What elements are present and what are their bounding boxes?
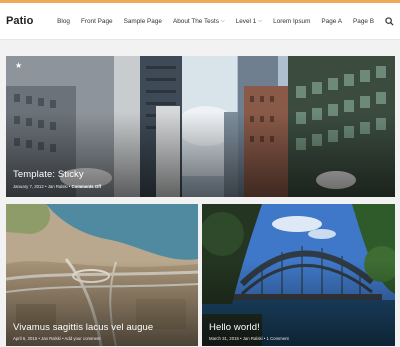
post-title[interactable]: Hello world! [209, 322, 260, 333]
main-navigation: Blog Front Page Sample Page About The Te… [46, 16, 394, 26]
post-date[interactable]: January 7, 2012 [13, 184, 44, 189]
star-icon: ★ [15, 61, 23, 70]
post-card[interactable]: Vivamus sagittis lacus vel augue April 6… [6, 204, 198, 346]
post-author[interactable]: Jan Ralski [243, 336, 263, 341]
post-card[interactable]: Hello world! March 31, 2015 • Jan Ralski… [202, 204, 395, 346]
chevron-down-icon: ⌵ [258, 18, 263, 24]
search-icon[interactable] [384, 16, 394, 26]
nav-item-lorem-ipsum[interactable]: Lorem Ipsum [273, 18, 310, 25]
post-meta: March 31, 2015 • Jan Ralski • 1 Comment [209, 336, 289, 341]
post-meta: January 7, 2012 • Jan Ralski • Comments … [13, 184, 102, 189]
site-title[interactable]: Patio [6, 15, 33, 27]
post-date[interactable]: April 6, 2015 [13, 336, 37, 341]
nav-item-page-b[interactable]: Page B [353, 18, 374, 25]
nav-item-sample-page[interactable]: Sample Page [124, 18, 162, 25]
image-overlay [6, 260, 198, 346]
post-comments[interactable]: 1 Comment [267, 336, 289, 341]
post-card-sticky[interactable]: ★ Template: Sticky January 7, 2012 • Jan… [6, 56, 395, 197]
post-comments: Comments Off [71, 184, 102, 189]
nav-item-page-a[interactable]: Page A [321, 18, 342, 25]
post-author[interactable]: Jan Ralski [48, 184, 68, 189]
post-author[interactable]: Jan Ralski [41, 336, 61, 341]
nav-item-front-page[interactable]: Front Page [81, 18, 113, 25]
chevron-down-icon: ⌵ [220, 18, 225, 24]
post-title[interactable]: Template: Sticky [13, 169, 84, 180]
post-date[interactable]: March 31, 2015 [209, 336, 239, 341]
nav-item-about-the-tests[interactable]: About The Tests ⌵ [173, 18, 225, 25]
image-overlay [202, 260, 395, 346]
nav-item-level-1[interactable]: Level 1 ⌵ [236, 18, 262, 25]
post-title[interactable]: Vivamus sagittis lacus vel augue [13, 322, 153, 333]
posts-grid: ★ Template: Sticky January 7, 2012 • Jan… [0, 40, 400, 347]
post-comments[interactable]: Add your comment [65, 336, 101, 341]
nav-item-blog[interactable]: Blog [57, 18, 70, 25]
site-header: Patio Blog Front Page Sample Page About … [0, 3, 400, 40]
post-meta: April 6, 2015 • Jan Ralski • Add your co… [13, 336, 101, 341]
